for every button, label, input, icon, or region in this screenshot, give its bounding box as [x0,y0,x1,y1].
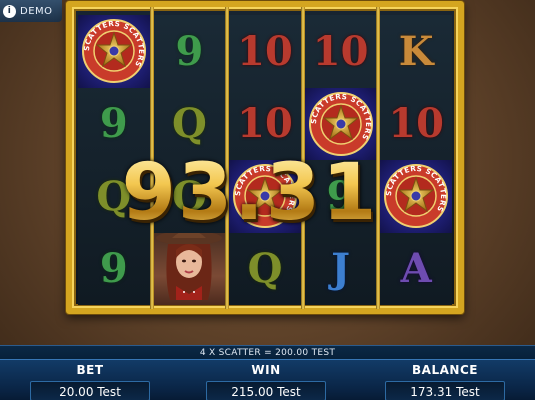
symbol-glyph: 10 [312,27,369,75]
win-line-message: 4 X SCATTER = 200.00 TEST [0,345,535,360]
win-label: WIN [251,363,281,377]
slot-game-screen: i DEMO SCATTERS SCATTERS9Q99QQ1010SCATTE… [0,0,535,400]
symbol-9: 9 [78,233,150,306]
bet-value[interactable]: 20.00 Test [30,381,150,400]
symbol-k: K [380,15,452,88]
scatter-symbol: SCATTERS SCATTERS [380,160,452,233]
symbol-q: Q [229,233,301,306]
symbol-glyph: 10 [237,100,293,148]
symbol-a: A [380,233,452,306]
symbol-glyph: Q [247,245,283,293]
balance-panel: BALANCE 173.31 Test [385,360,505,400]
bet-panel[interactable]: BET 20.00 Test [30,360,150,400]
demo-label: DEMO [20,5,53,17]
scatter-symbol: SCATTERS SCATTERS [78,15,150,88]
symbol-glyph: A [400,245,432,293]
win-panel: WIN 215.00 Test [206,360,326,400]
bottom-bar: BET 20.00 Test WIN 215.00 Test BALANCE 1… [0,359,535,400]
reel-5: K 10 SCATTERS SCATTERS A [376,7,452,309]
symbol-glyph: 9 [175,27,204,75]
symbol-j: J [305,233,377,306]
sheriff-star-icon: SCATTERS SCATTERS [308,91,374,157]
symbol-glyph: Q [171,100,207,148]
sheriff-star-icon: SCATTERS SCATTERS [383,163,449,229]
balance-value: 173.31 Test [385,381,505,400]
info-icon[interactable]: i [3,4,16,18]
sheriff-star-icon: SCATTERS SCATTERS [81,18,147,84]
cowgirl-portrait-icon [154,232,224,306]
demo-badge[interactable]: i DEMO [0,0,62,22]
symbol-glyph: J [331,245,351,293]
symbol-glyph: 9 [99,245,128,293]
symbol-10: 10 [229,15,301,88]
win-amount: 93.31 [115,148,385,238]
symbol-9: 9 [154,15,226,88]
symbol-glyph: 10 [237,27,293,75]
win-value: 215.00 Test [206,381,326,400]
symbol-10: 10 [380,88,452,161]
symbol-glyph: K [398,27,434,75]
cowgirl-symbol [153,232,226,306]
symbol-10: 10 [305,15,377,88]
symbol-glyph: 10 [388,100,444,148]
balance-label: BALANCE [412,363,478,377]
symbol-glyph: 9 [99,100,128,148]
bet-label: BET [76,363,104,377]
